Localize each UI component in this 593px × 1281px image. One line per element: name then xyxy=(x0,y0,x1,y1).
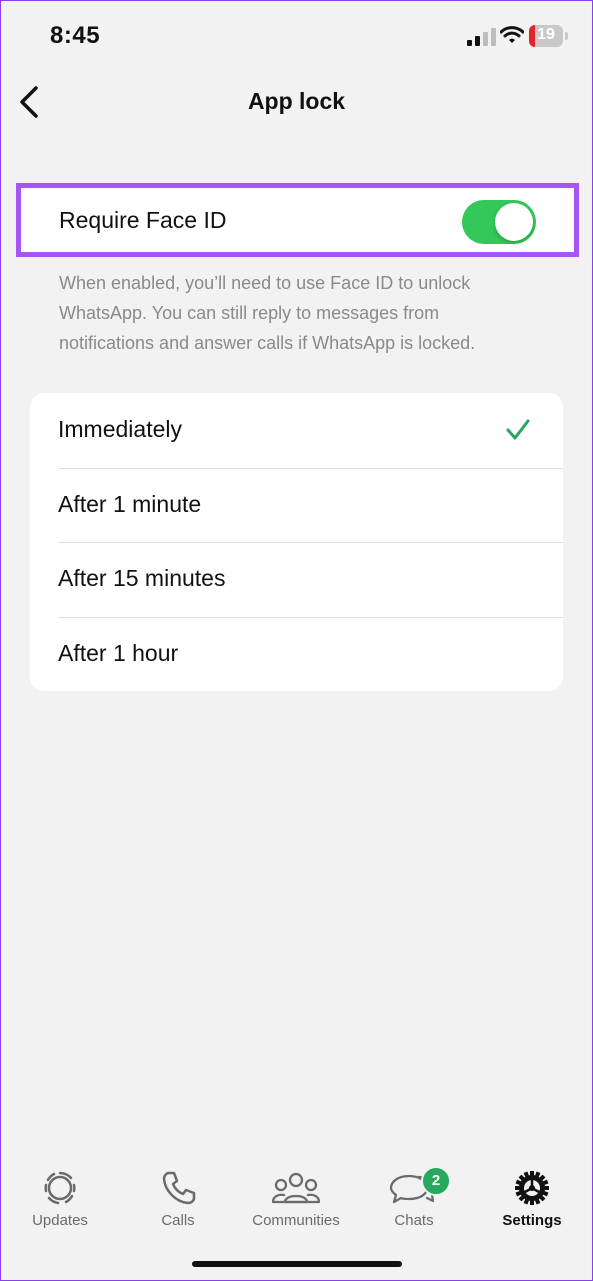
option-label: After 1 minute xyxy=(58,490,202,517)
page-title: App lock xyxy=(247,88,346,114)
nav-header: App lock xyxy=(0,72,593,132)
toggle-knob xyxy=(495,203,533,241)
tab-label: Calls xyxy=(161,1212,195,1229)
option-after-1-hour[interactable]: After 1 hour xyxy=(30,616,563,692)
face-id-row: Require Face ID xyxy=(16,183,579,257)
wifi-icon xyxy=(500,26,524,43)
phone-icon xyxy=(162,1171,196,1205)
status-time: 8:45 xyxy=(50,22,101,49)
face-id-description: When enabled, you’ll need to use Face ID… xyxy=(59,273,476,353)
cellular-signal-icon xyxy=(467,28,496,46)
battery-level: 19 xyxy=(537,26,555,43)
checkmark-icon xyxy=(506,419,530,440)
option-immediately[interactable]: Immediately xyxy=(30,393,563,468)
tab-updates[interactable]: Updates xyxy=(5,1160,115,1235)
tab-label: Communities xyxy=(252,1212,340,1229)
status-bar: 8:45 19 xyxy=(0,0,593,70)
face-id-toggle[interactable] xyxy=(462,200,536,244)
lock-options-list: Immediately After 1 minute After 15 minu… xyxy=(30,393,563,691)
option-label: Immediately xyxy=(58,416,182,442)
updates-icon xyxy=(44,1171,76,1205)
option-label: After 15 minutes xyxy=(58,565,226,591)
gear-icon xyxy=(515,1171,549,1205)
option-after-15-minutes[interactable]: After 15 minutes xyxy=(30,542,563,617)
tab-bar: Updates Calls Communities 2 Chats Settin… xyxy=(0,1160,593,1235)
tab-label: Updates xyxy=(32,1212,88,1229)
communities-icon xyxy=(271,1172,321,1204)
home-indicator[interactable] xyxy=(192,1261,402,1267)
option-after-1-minute[interactable]: After 1 minute xyxy=(30,467,563,543)
chats-unread-badge: 2 xyxy=(421,1166,451,1196)
option-label: After 1 hour xyxy=(58,639,179,666)
battery-icon: 19 xyxy=(529,25,569,47)
tab-label: Settings xyxy=(502,1212,562,1229)
tab-label: Chats xyxy=(394,1212,434,1229)
face-id-label: Require Face ID xyxy=(59,207,227,233)
tab-chats[interactable]: 2 Chats xyxy=(359,1160,469,1235)
tab-communities[interactable]: Communities xyxy=(241,1160,351,1235)
tab-calls[interactable]: Calls xyxy=(123,1160,233,1235)
tab-settings[interactable]: Settings xyxy=(477,1160,587,1235)
